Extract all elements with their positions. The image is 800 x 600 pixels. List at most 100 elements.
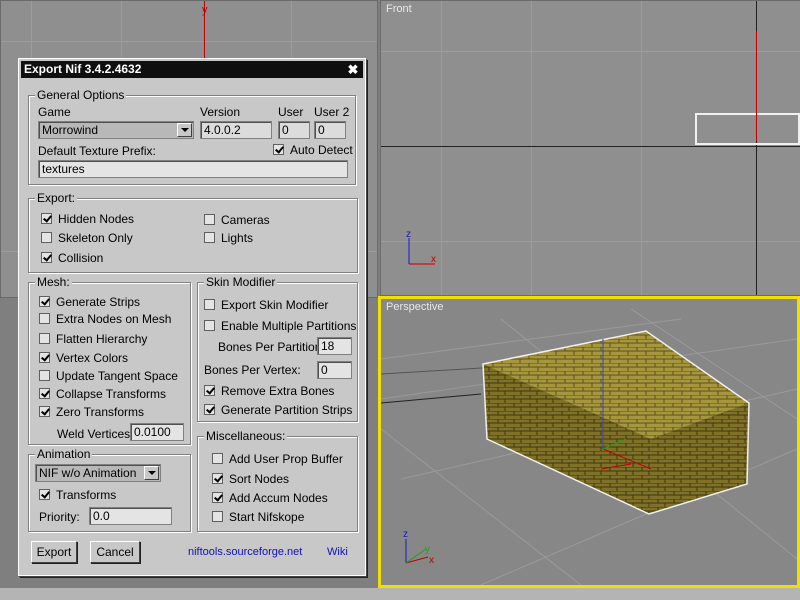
group-label: General Options bbox=[35, 88, 127, 102]
start-nifskope-checkbox[interactable]: Start Nifskope bbox=[212, 510, 304, 524]
weld-vertices-field[interactable]: 0.0100 bbox=[130, 423, 184, 441]
accum-nodes-checkbox[interactable]: Add Accum Nodes bbox=[212, 491, 328, 505]
checkbox-icon[interactable] bbox=[41, 252, 52, 263]
checkbox-icon[interactable] bbox=[204, 299, 215, 310]
cameras-checkbox[interactable]: Cameras bbox=[204, 213, 270, 227]
zero-transforms-checkbox[interactable]: Zero Transforms bbox=[39, 405, 144, 419]
export-nif-dialog: Export Nif 3.4.2.4632 ✖ General Options … bbox=[18, 58, 366, 576]
bottom-bar bbox=[0, 588, 800, 600]
skeleton-only-label: Skeleton Only bbox=[58, 231, 133, 245]
checkbox-icon[interactable] bbox=[212, 473, 223, 484]
game-dropdown[interactable]: Morrowind bbox=[38, 121, 194, 139]
sort-nodes-label: Sort Nodes bbox=[229, 472, 290, 486]
remove-extra-bones-label: Remove Extra Bones bbox=[221, 384, 335, 398]
partition-strips-label: Generate Partition Strips bbox=[221, 403, 353, 417]
checkbox-icon[interactable] bbox=[204, 214, 215, 225]
checkbox-icon[interactable] bbox=[212, 453, 223, 464]
texture-prefix-field[interactable]: textures bbox=[38, 160, 348, 178]
transforms-label: Transforms bbox=[56, 488, 117, 502]
update-tangent-checkbox[interactable]: Update Tangent Space bbox=[39, 369, 178, 383]
chevron-down-icon[interactable] bbox=[144, 466, 159, 480]
bones-vertex-field[interactable]: 0 bbox=[317, 361, 352, 379]
checkbox-icon[interactable] bbox=[273, 144, 284, 155]
sort-nodes-checkbox[interactable]: Sort Nodes bbox=[212, 472, 289, 486]
user-prop-buffer-checkbox[interactable]: Add User Prop Buffer bbox=[212, 452, 343, 466]
extra-nodes-checkbox[interactable]: Extra Nodes on Mesh bbox=[39, 312, 171, 326]
skin-modifier-group: Skin Modifier Export Skin Modifier Enabl… bbox=[197, 275, 358, 422]
auto-detect-checkbox[interactable]: Auto Detect bbox=[273, 143, 353, 157]
selection-axis bbox=[756, 31, 757, 141]
checkbox-icon[interactable] bbox=[39, 406, 50, 417]
skeleton-only-checkbox[interactable]: Skeleton Only bbox=[41, 231, 133, 245]
grid-line bbox=[381, 51, 800, 52]
version-value: 4.0.0.2 bbox=[204, 123, 241, 137]
update-tangent-label: Update Tangent Space bbox=[56, 369, 178, 383]
priority-field[interactable]: 0.0 bbox=[89, 507, 172, 525]
checkbox-icon[interactable] bbox=[39, 296, 50, 307]
transforms-checkbox[interactable]: Transforms bbox=[39, 488, 116, 502]
cancel-button[interactable]: Cancel bbox=[90, 541, 140, 563]
partition-strips-checkbox[interactable]: Generate Partition Strips bbox=[204, 403, 352, 417]
checkbox-icon[interactable] bbox=[39, 333, 50, 344]
persp-gizmo-x: x bbox=[429, 555, 434, 566]
wiki-link[interactable]: Wiki bbox=[327, 546, 348, 558]
bones-partition-field[interactable]: 18 bbox=[317, 337, 352, 355]
accum-nodes-label: Add Accum Nodes bbox=[229, 491, 328, 505]
user-field[interactable]: 0 bbox=[278, 121, 310, 139]
chevron-down-icon[interactable] bbox=[177, 123, 192, 137]
game-label: Game bbox=[38, 105, 71, 119]
group-label: Miscellaneous: bbox=[204, 429, 288, 443]
checkbox-icon[interactable] bbox=[204, 404, 215, 415]
generate-strips-checkbox[interactable]: Generate Strips bbox=[39, 295, 140, 309]
perspective-viewport[interactable]: Perspective z y x bbox=[378, 296, 800, 588]
hidden-nodes-checkbox[interactable]: Hidden Nodes bbox=[41, 212, 134, 226]
grid-line bbox=[641, 1, 642, 295]
animation-mode-value: NIF w/o Animation bbox=[39, 466, 137, 480]
checkbox-icon[interactable] bbox=[39, 352, 50, 363]
front-viewport[interactable]: Front z x bbox=[380, 0, 800, 296]
checkbox-icon[interactable] bbox=[41, 232, 52, 243]
collapse-transforms-checkbox[interactable]: Collapse Transforms bbox=[39, 387, 166, 401]
texture-prefix-label: Default Texture Prefix: bbox=[38, 144, 156, 158]
multiple-partitions-label: Enable Multiple Partitions bbox=[221, 319, 357, 333]
flatten-hierarchy-checkbox[interactable]: Flatten Hierarchy bbox=[39, 332, 147, 346]
general-options-group: General Options Game Morrowind Version 4… bbox=[28, 88, 356, 185]
persp-gizmo-z: z bbox=[403, 529, 408, 540]
vertex-colors-checkbox[interactable]: Vertex Colors bbox=[39, 351, 128, 365]
animation-dropdown[interactable]: NIF w/o Animation bbox=[35, 464, 161, 482]
checkbox-icon[interactable] bbox=[39, 313, 50, 324]
multiple-partitions-checkbox[interactable]: Enable Multiple Partitions bbox=[204, 319, 356, 333]
close-icon[interactable]: ✖ bbox=[346, 61, 360, 78]
user2-field[interactable]: 0 bbox=[314, 121, 346, 139]
front-gizmo-x: x bbox=[431, 254, 436, 265]
checkbox-icon[interactable] bbox=[39, 370, 50, 381]
checkbox-icon[interactable] bbox=[39, 388, 50, 399]
lights-checkbox[interactable]: Lights bbox=[204, 231, 253, 245]
remove-extra-bones-checkbox[interactable]: Remove Extra Bones bbox=[204, 384, 334, 398]
checkbox-icon[interactable] bbox=[41, 213, 52, 224]
checkbox-icon[interactable] bbox=[204, 385, 215, 396]
dialog-titlebar[interactable]: Export Nif 3.4.2.4632 ✖ bbox=[21, 61, 363, 78]
user2-label: User 2 bbox=[314, 105, 350, 119]
niftools-link[interactable]: niftools.sourceforge.net bbox=[188, 546, 302, 558]
front-gizmo-z: z bbox=[406, 229, 411, 240]
export-button[interactable]: Export bbox=[31, 541, 77, 563]
grid-line bbox=[1, 41, 377, 42]
user-label: User bbox=[278, 105, 304, 119]
group-label: Mesh: bbox=[35, 275, 72, 289]
version-field[interactable]: 4.0.0.2 bbox=[200, 121, 272, 139]
collision-checkbox[interactable]: Collision bbox=[41, 251, 103, 265]
checkbox-icon[interactable] bbox=[39, 489, 50, 500]
checkbox-icon[interactable] bbox=[212, 492, 223, 503]
collapse-transforms-label: Collapse Transforms bbox=[56, 387, 167, 401]
game-value: Morrowind bbox=[42, 123, 99, 137]
weld-vertices-value: 0.0100 bbox=[134, 425, 171, 439]
export-skin-checkbox[interactable]: Export Skin Modifier bbox=[204, 298, 328, 312]
checkbox-icon[interactable] bbox=[204, 232, 215, 243]
checkbox-icon[interactable] bbox=[212, 511, 223, 522]
generate-strips-label: Generate Strips bbox=[56, 295, 141, 309]
dialog-title: Export Nif 3.4.2.4632 bbox=[24, 62, 142, 76]
checkbox-icon[interactable] bbox=[204, 320, 215, 331]
group-label: Export: bbox=[35, 191, 78, 205]
user2-value: 0 bbox=[318, 123, 325, 137]
